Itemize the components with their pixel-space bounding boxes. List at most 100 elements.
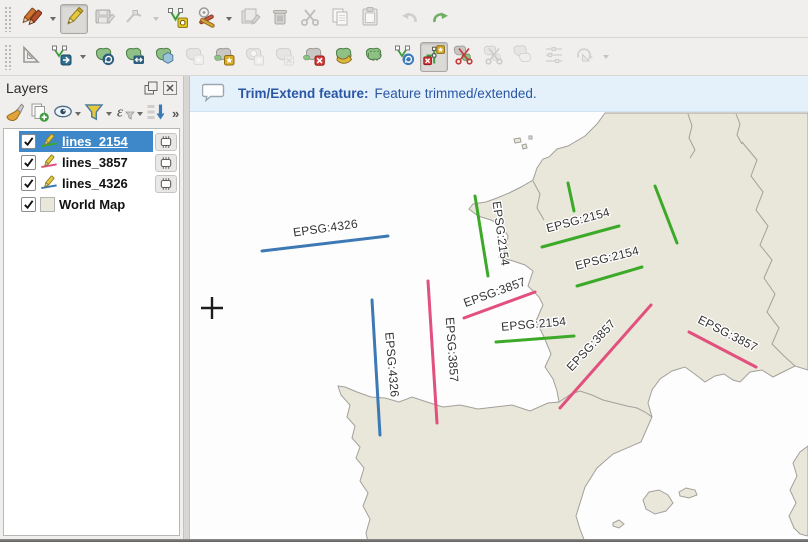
reshape-icon (333, 44, 355, 69)
close-panel-icon[interactable] (162, 81, 177, 96)
chevron-down-icon (603, 55, 609, 59)
cut-features-button (296, 4, 324, 34)
digitizing-settings-button[interactable] (193, 4, 221, 34)
map-svg: EPSG:2154EPSG:2154EPSG:2154EPSG:2154EPSG… (190, 112, 808, 542)
redo-button[interactable] (426, 4, 454, 34)
layer-row-core[interactable]: lines_4326 (19, 173, 153, 194)
brush-icon (4, 101, 26, 126)
digitizing-settings-icon (196, 6, 218, 31)
simplify-feature-button[interactable] (120, 42, 148, 72)
expand-tree-icon (145, 101, 167, 126)
copy-move-feature-button[interactable] (390, 42, 418, 72)
layer-checkbox[interactable] (21, 176, 36, 191)
eye-icon (52, 101, 74, 126)
layer-checkbox[interactable] (21, 155, 36, 170)
reshape-features-button[interactable] (330, 42, 358, 72)
layer-name[interactable]: lines_4326 (62, 176, 128, 191)
add-group-button[interactable] (27, 102, 51, 126)
speech-bubble-icon (202, 82, 226, 105)
add-part-button (180, 42, 208, 72)
move-feature-icon (50, 44, 72, 69)
layer-row-core[interactable]: lines_2154 (19, 131, 153, 152)
map-canvas[interactable]: EPSG:2154EPSG:2154EPSG:2154EPSG:2154EPSG… (190, 112, 808, 542)
enable-advanced-digitizing-button[interactable] (17, 42, 45, 72)
toggle-editing-icon (63, 6, 85, 31)
layer-checkbox[interactable] (21, 134, 36, 149)
filter-by-expression-button[interactable]: ε (113, 102, 144, 126)
reverse-line-button[interactable] (300, 42, 328, 72)
chevron-down-icon (137, 112, 143, 116)
modify-attributes-button (236, 4, 264, 34)
add-ring-button[interactable] (150, 42, 178, 72)
move-feature-dropdown[interactable] (76, 42, 89, 72)
delete-selected-button (266, 4, 294, 34)
overflow-label: » (169, 106, 182, 121)
rotate-point-icon (573, 44, 595, 69)
paste-icon (359, 6, 381, 31)
layer-checkbox[interactable] (21, 197, 36, 212)
modify-attributes-icon (239, 6, 261, 31)
message-bar-text: Feature trimmed/extended. (375, 86, 537, 101)
digitizing-settings-dropdown[interactable] (222, 4, 235, 34)
copy-features-button (326, 4, 354, 34)
chevron-down-icon (153, 17, 159, 21)
vertex-tool-icon (166, 6, 188, 31)
layer-row-core[interactable]: lines_3857 (19, 152, 153, 173)
delete-part-button (270, 42, 298, 72)
trim-extend-feature-button[interactable] (420, 42, 448, 72)
offset-curve-button[interactable] (360, 42, 388, 72)
layer-item-lines-4326[interactable]: lines_4326 (4, 173, 179, 194)
rotate-point-symbols-dropdown (599, 42, 612, 72)
panel-overflow-button[interactable]: » (168, 102, 183, 126)
merge-features-button (510, 42, 538, 72)
copy-move-icon (393, 44, 415, 69)
layer-name[interactable]: lines_3857 (62, 155, 128, 170)
split-features-button[interactable] (450, 42, 478, 72)
current-edits-button[interactable] (17, 4, 45, 34)
toggle-editing-button[interactable] (60, 4, 88, 34)
redo-icon (429, 6, 451, 31)
float-panel-icon[interactable] (143, 81, 158, 96)
add-line-feature-button (120, 4, 148, 34)
undo-button (396, 4, 424, 34)
expand-collapse-tree-button[interactable] (144, 102, 168, 126)
move-feature-button[interactable] (47, 42, 75, 72)
split-parts-icon (483, 44, 505, 69)
chevron-down-icon (75, 112, 81, 116)
rotate-feature-button[interactable] (90, 42, 118, 72)
layers-panel: Layers ε » lines_2154 lines_3857 lines_4326… (0, 76, 183, 542)
layer-editing-pencil-icon (40, 175, 58, 193)
chevron-down-icon (106, 112, 112, 116)
layer-name[interactable]: lines_2154 (62, 134, 128, 149)
layer-item-lines-3857[interactable]: lines_3857 (4, 152, 179, 173)
advanced-digitizing-toolbar (0, 38, 808, 76)
edit-buffer-indicator-icon (155, 175, 177, 193)
add-line-icon (123, 6, 145, 31)
layer-item-world-map[interactable]: World Map (4, 194, 179, 215)
rotate-feature-icon (93, 44, 115, 69)
add-ring-icon (153, 44, 175, 69)
open-layer-styling-button[interactable] (3, 102, 27, 126)
split-features-icon (453, 44, 475, 69)
delete-part-icon (273, 44, 295, 69)
map-island (529, 136, 532, 139)
manage-map-themes-button[interactable] (51, 102, 82, 126)
toolbar-grip[interactable] (4, 44, 12, 70)
layer-row-core[interactable]: World Map (19, 194, 179, 215)
message-bar: Trim/Extend feature: Feature trimmed/ext… (190, 76, 808, 112)
filter-legend-button[interactable] (82, 102, 113, 126)
layer-editing-pencil-icon (40, 154, 58, 172)
chevron-down-icon (80, 55, 86, 59)
layer-item-lines-2154[interactable]: lines_2154 (4, 131, 179, 152)
add-line-feature-dropdown (149, 4, 162, 34)
map-island (522, 144, 527, 149)
toolbar-grip[interactable] (4, 6, 12, 32)
panel-splitter[interactable] (183, 76, 190, 542)
current-edits-dropdown[interactable] (46, 4, 59, 34)
layer-name[interactable]: World Map (59, 197, 125, 212)
fill-ring-button[interactable] (210, 42, 238, 72)
vertex-tool-button[interactable] (163, 4, 191, 34)
undo-icon (399, 6, 421, 31)
expression-icon: ε (114, 101, 136, 126)
layers-panel-title: Layers (6, 80, 139, 96)
